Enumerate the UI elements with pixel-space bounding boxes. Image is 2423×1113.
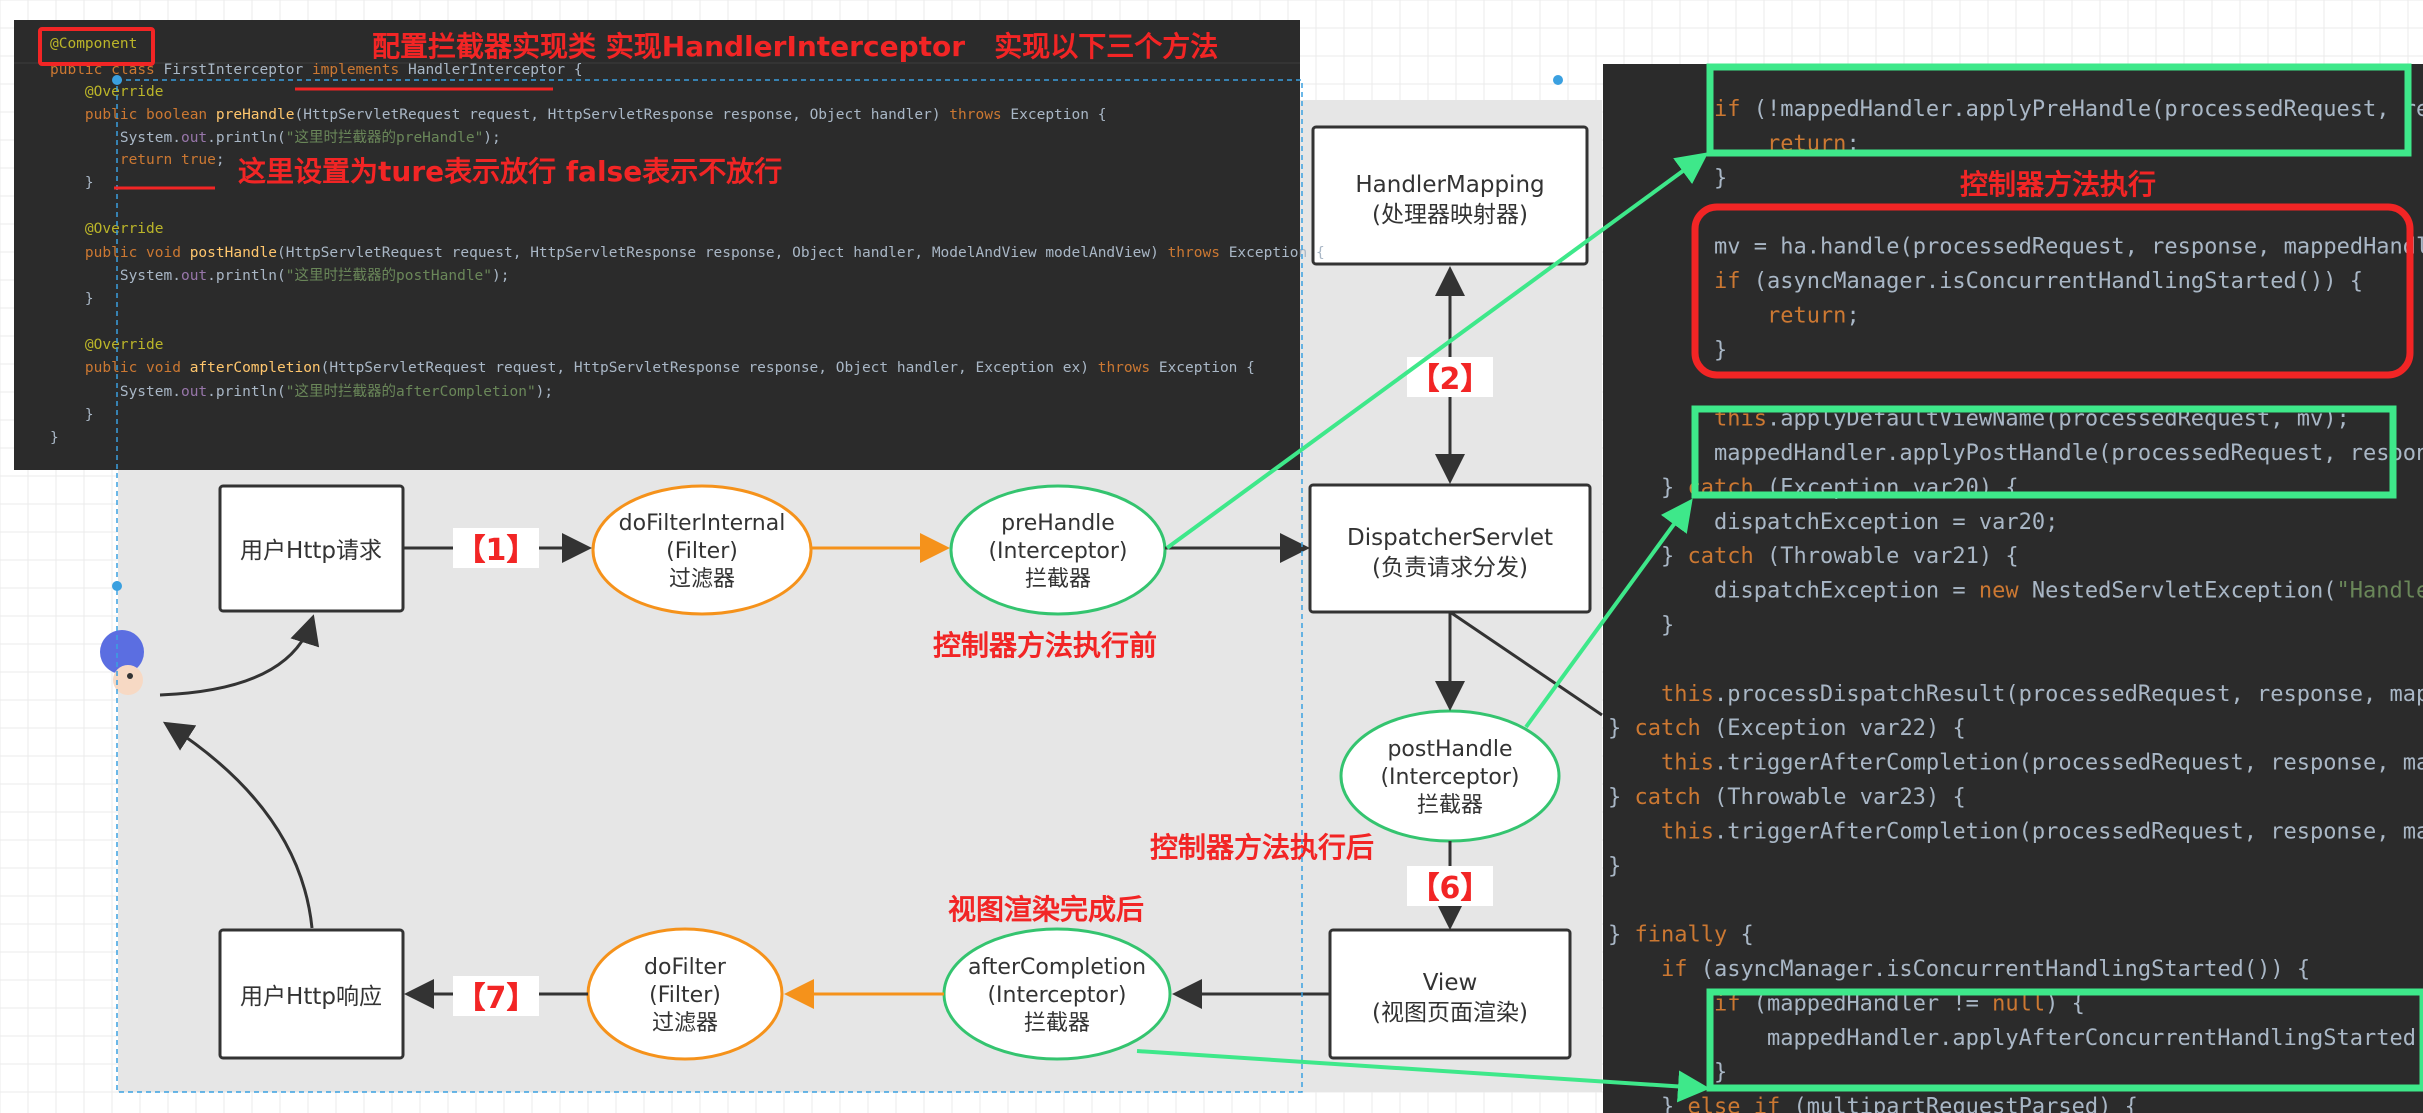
controller-exec-annotation: 控制器方法执行 xyxy=(1960,168,2156,201)
right-code-line: mappedHandler.applyPostHandle(processedR… xyxy=(1608,441,2423,466)
left-code-line: @Override xyxy=(50,221,164,237)
svg-text:【7】: 【7】 xyxy=(456,981,537,1016)
left-code-line: @Override xyxy=(50,337,164,353)
right-code-line: } catch (Throwable var21) { xyxy=(1608,544,2019,569)
svg-text:拦截器: 拦截器 xyxy=(1025,567,1091,592)
right-code-line: this.triggerAfterCompletion(processedReq… xyxy=(1608,819,2423,844)
svg-text:【6】: 【6】 xyxy=(1410,871,1491,906)
canvas: 用户Http请求 用户Http响应 HandlerMapping (处理器映射器… xyxy=(0,0,2423,1113)
svg-text:doFilterInternal: doFilterInternal xyxy=(619,511,786,536)
do-filter-node: doFilter (Filter) 过滤器 xyxy=(586,927,784,1061)
right-code-line: } finally { xyxy=(1608,923,1754,948)
right-code-line: if (asyncManager.isConcurrentHandlingSta… xyxy=(1608,269,2363,294)
right-code-line: if (asyncManager.isConcurrentHandlingSta… xyxy=(1608,957,2310,982)
right-code-line: return; xyxy=(1608,303,1860,328)
svg-text:(Filter): (Filter) xyxy=(666,539,738,564)
svg-text:preHandle: preHandle xyxy=(1001,511,1115,536)
right-code-line: } catch (Throwable var23) { xyxy=(1608,785,1966,810)
step-label-6: 【6】 xyxy=(1407,866,1493,906)
right-code-line: this.processDispatchResult(processedRequ… xyxy=(1608,682,2423,707)
svg-text:拦截器: 拦截器 xyxy=(1417,793,1483,818)
left-code-line: @Override xyxy=(50,84,164,100)
right-code-line: } catch (Exception var22) { xyxy=(1608,716,1966,741)
right-code-line: dispatchException = new NestedServletExc… xyxy=(1608,579,2423,604)
pre-handle-node: preHandle (Interceptor) 拦截器 xyxy=(949,484,1167,616)
svg-text:(Interceptor): (Interceptor) xyxy=(988,539,1127,564)
svg-text:doFilter: doFilter xyxy=(644,955,727,980)
left-code-line: System.out.println("这里时拦截器的postHandle"); xyxy=(50,267,509,284)
svg-text:(Interceptor): (Interceptor) xyxy=(1380,765,1519,790)
dispatcher-servlet-box: DispatcherServlet (负责请求分发) xyxy=(1308,483,1592,614)
left-code-line: System.out.println("这里时拦截器的afterCompleti… xyxy=(50,383,553,400)
right-code-line: } else if (multipartRequestParsed) { xyxy=(1608,1095,2138,1113)
return-annotation: 这里设置为ture表示放行 false表示不放行 xyxy=(238,155,782,188)
view-title: View xyxy=(1423,970,1478,996)
svg-text:postHandle: postHandle xyxy=(1387,737,1512,762)
right-code-line: this.triggerAfterCompletion(processedReq… xyxy=(1608,751,2423,776)
right-code-line: } xyxy=(1608,338,1727,363)
step-label-7: 【7】 xyxy=(453,976,539,1016)
svg-text:过滤器: 过滤器 xyxy=(652,1011,718,1036)
after-view-note: 视图渲染完成后 xyxy=(948,893,1144,926)
svg-text:afterCompletion: afterCompletion xyxy=(968,955,1146,980)
post-handle-node: postHandle (Interceptor) 拦截器 xyxy=(1339,709,1561,843)
handler-mapping-subtitle: (处理器映射器) xyxy=(1372,202,1528,228)
right-code-line: mappedHandler.applyAfterConcurrentHandli… xyxy=(1608,1026,2423,1051)
svg-text:【1】: 【1】 xyxy=(456,533,537,568)
after-controller-note: 控制器方法执行后 xyxy=(1150,831,1374,864)
before-controller-note: 控制器方法执行前 xyxy=(933,629,1157,662)
right-code-line: } xyxy=(1608,166,1727,191)
svg-text:【2】: 【2】 xyxy=(1410,362,1491,397)
left-code-line: } xyxy=(50,407,94,423)
dispatcher-servlet-title: DispatcherServlet xyxy=(1347,525,1553,551)
user-response-box: 用户Http响应 xyxy=(218,928,405,1060)
svg-text:过滤器: 过滤器 xyxy=(669,567,735,592)
user-icon xyxy=(100,630,144,695)
left-code-line: @Component xyxy=(50,36,137,52)
dispatcher-servlet-subtitle: (负责请求分发) xyxy=(1372,555,1528,581)
handler-mapping-box: HandlerMapping (处理器映射器) xyxy=(1311,125,1589,266)
right-code-line: } xyxy=(1608,854,1621,879)
right-code-line: } xyxy=(1608,613,1674,638)
left-code-line: public void postHandle(HttpServletReques… xyxy=(50,245,1325,261)
svg-text:(Filter): (Filter) xyxy=(649,983,721,1008)
right-code-line: if (!mappedHandler.applyPreHandle(proces… xyxy=(1608,97,2423,122)
user-response-label: 用户Http响应 xyxy=(240,984,382,1010)
title-annotation: 配置拦截器实现类 实现HandlerInterceptor 实现以下三个方法 xyxy=(372,30,1218,63)
do-filter-internal-node: doFilterInternal (Filter) 过滤器 xyxy=(591,484,813,616)
left-code-line: } xyxy=(50,430,59,446)
user-request-box: 用户Http请求 xyxy=(218,484,405,613)
right-code-line: mv = ha.handle(processedRequest, respons… xyxy=(1608,235,2423,260)
step-label-1: 【1】 xyxy=(453,528,539,568)
svg-text:(Interceptor): (Interceptor) xyxy=(987,983,1126,1008)
left-code-line: return true; xyxy=(50,152,225,168)
after-completion-node: afterCompletion (Interceptor) 拦截器 xyxy=(942,927,1172,1061)
left-code-line: } xyxy=(50,175,94,191)
handler-mapping-title: HandlerMapping xyxy=(1355,172,1544,198)
view-subtitle: (视图页面渲染) xyxy=(1372,1000,1528,1026)
view-box: View (视图页面渲染) xyxy=(1328,928,1572,1060)
svg-text:拦截器: 拦截器 xyxy=(1024,1011,1090,1036)
left-code-line: public boolean preHandle(HttpServletRequ… xyxy=(50,107,1106,123)
left-code-line: public void afterCompletion(HttpServletR… xyxy=(50,360,1255,376)
left-code-line: } xyxy=(50,291,94,307)
user-request-label: 用户Http请求 xyxy=(240,538,382,564)
